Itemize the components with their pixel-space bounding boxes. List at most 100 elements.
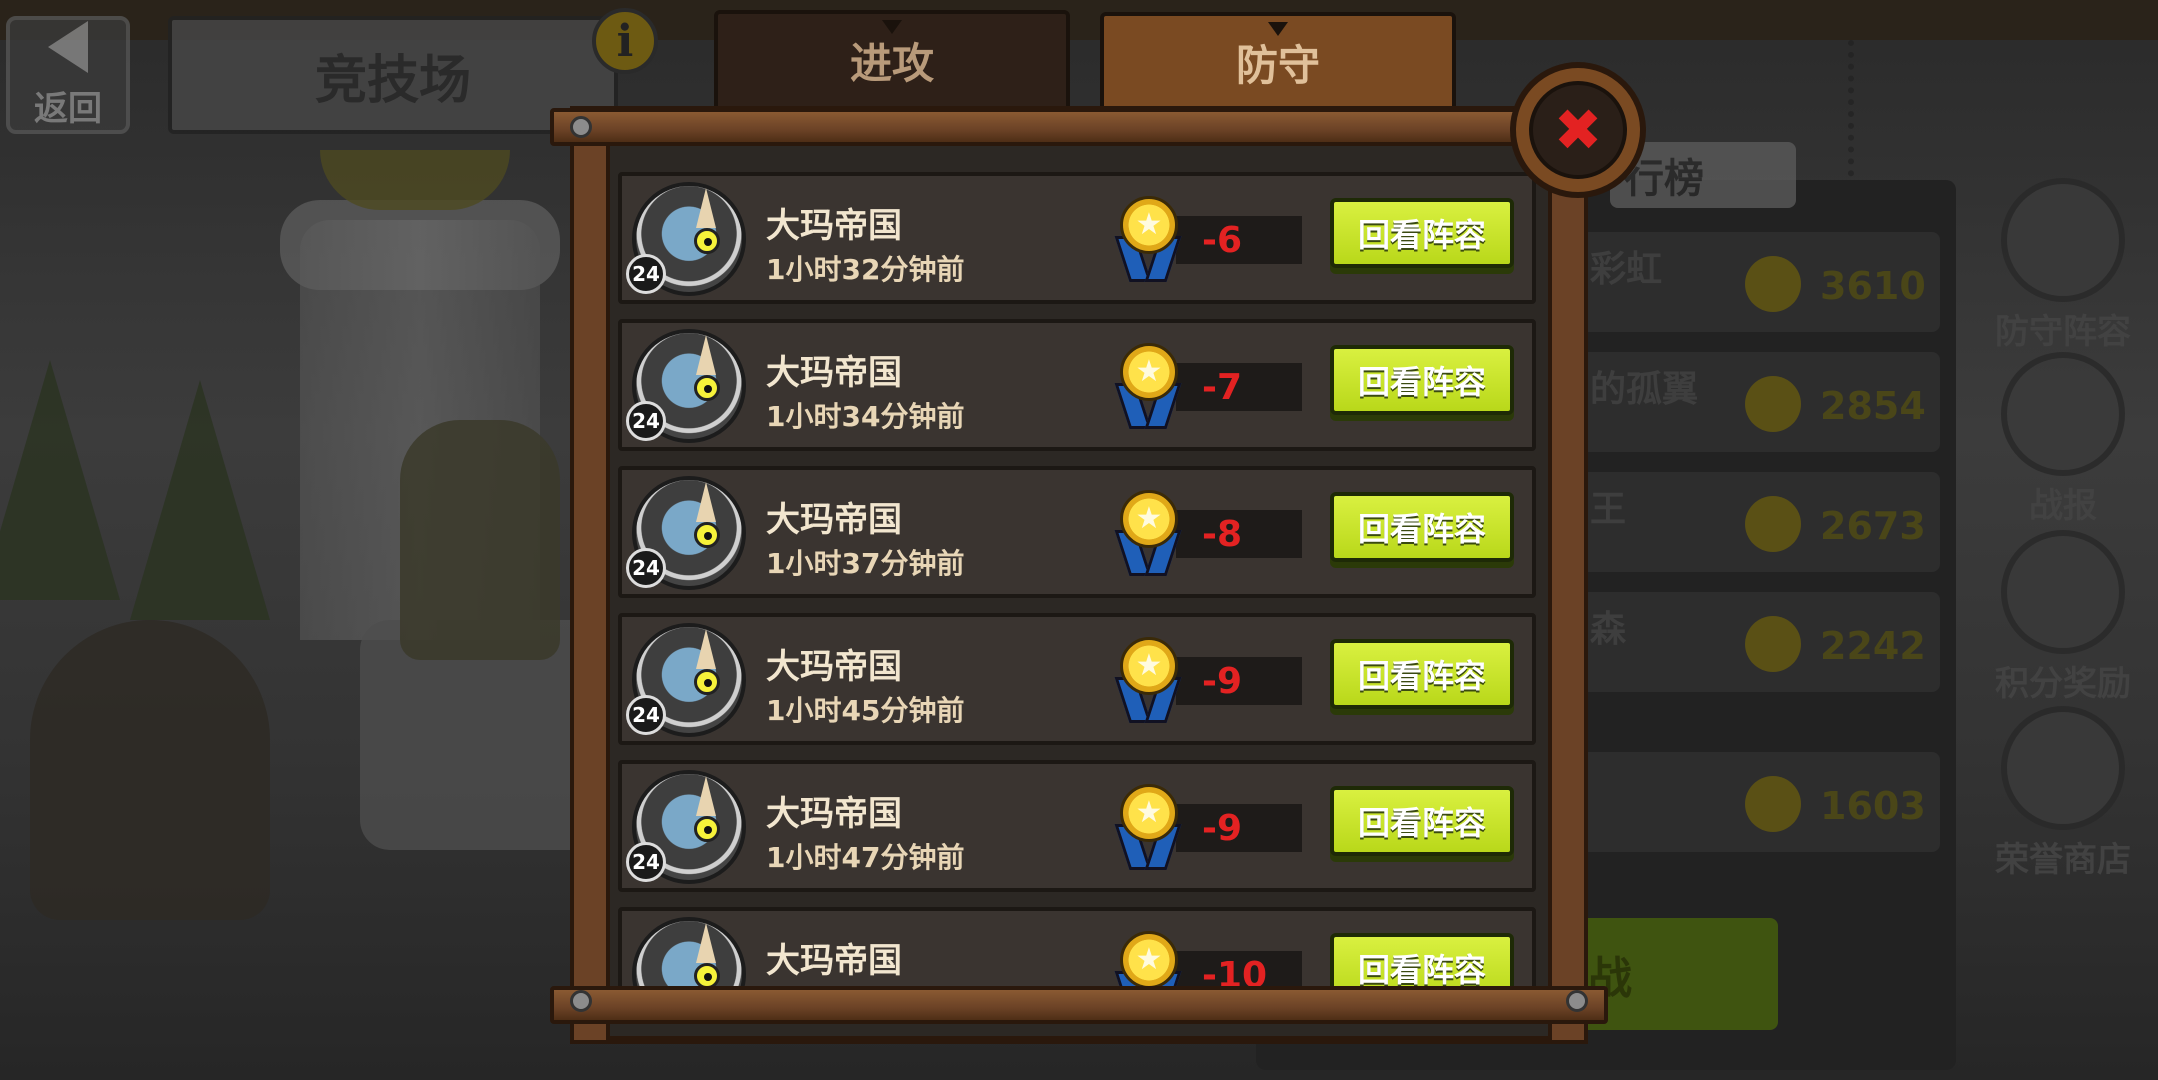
chain-decoration	[1848, 40, 1874, 200]
side-menu-defense-lineup[interactable]: 防守阵容	[1978, 178, 2148, 353]
medal-icon	[1745, 776, 1801, 832]
opponent-name: 大玛帝国	[766, 794, 902, 834]
replay-lineup-button[interactable]: 回看阵容	[1330, 639, 1514, 709]
close-button[interactable]: ✖	[1510, 62, 1646, 198]
medal-icon	[1745, 376, 1801, 432]
nail-icon	[570, 116, 592, 138]
tab-defense[interactable]: 防守	[1100, 12, 1456, 112]
opponent-name: 大玛帝国	[766, 500, 902, 540]
horn-icon	[696, 776, 716, 816]
tab-attack[interactable]: 进攻	[714, 10, 1070, 110]
medal-icon: ★	[1114, 931, 1182, 988]
record-time: 1小时47分钟前	[766, 841, 965, 874]
side-menu-label: 战报	[2029, 486, 2097, 526]
opponent-avatar	[632, 917, 746, 988]
medal-icon	[1745, 256, 1801, 312]
replay-lineup-button[interactable]: 回看阵容	[1330, 345, 1514, 415]
opponent-name: 大玛帝国	[766, 941, 902, 981]
level-badge: 24	[626, 254, 666, 294]
star-icon: ★	[1120, 784, 1178, 842]
info-icon[interactable]: i	[592, 8, 658, 74]
horn-icon	[696, 482, 716, 522]
record-row: 24 大玛帝国 1小时34分钟前 -7 ★ 回看阵容	[618, 319, 1536, 451]
medal-icon: ★	[1114, 784, 1182, 874]
opponent-name: 大玛帝国	[766, 647, 902, 687]
eye-icon	[694, 963, 720, 988]
side-menu-points-reward[interactable]: 积分奖励	[1978, 530, 2148, 705]
side-menu-label: 荣誉商店	[1995, 840, 2131, 880]
horn-icon	[696, 335, 716, 375]
background-character	[400, 420, 560, 660]
replay-lineup-button[interactable]: 回看阵容	[1330, 933, 1514, 988]
medal-icon	[1745, 616, 1801, 672]
star-icon: ★	[1120, 490, 1178, 548]
horn-icon	[696, 188, 716, 228]
shield-icon	[2001, 178, 2125, 302]
back-label: 返回	[34, 88, 102, 129]
scroll-icon	[2001, 352, 2125, 476]
score-change: -6	[1176, 216, 1302, 264]
record-row: 24 大玛帝国 -10 ★ 回看阵容	[618, 907, 1536, 988]
record-list[interactable]: 24 大玛帝国 1小时32分钟前 -6 ★ 回看阵容 24 大玛帝国 1小时34…	[618, 150, 1540, 988]
ranking-score: 3610	[1820, 264, 1926, 308]
level-badge: 24	[626, 401, 666, 441]
ranking-name: 的孤翼	[1590, 369, 1699, 410]
star-icon: ★	[1120, 343, 1178, 401]
medal-icon: ★	[1114, 490, 1182, 580]
replay-lineup-button[interactable]: 回看阵容	[1330, 198, 1514, 268]
nail-icon	[1566, 990, 1588, 1012]
background-brazier	[320, 150, 510, 210]
background-character	[30, 620, 270, 920]
tab-label: 进攻	[849, 38, 934, 88]
gem-icon	[2001, 706, 2125, 830]
record-row: 24 大玛帝国 1小时47分钟前 -9 ★ 回看阵容	[618, 760, 1536, 892]
tab-notch	[882, 20, 902, 34]
medal-icon	[1745, 496, 1801, 552]
eye-icon	[694, 375, 720, 401]
back-button[interactable]: 返回	[6, 16, 130, 134]
score-change: -9	[1176, 657, 1302, 705]
star-icon: ★	[1120, 931, 1178, 988]
ranking-score: 1603	[1820, 784, 1926, 828]
replay-lineup-button[interactable]: 回看阵容	[1330, 786, 1514, 856]
ranking-name: 森	[1590, 609, 1627, 650]
ranking-score: 2673	[1820, 504, 1926, 548]
record-time: 1小时34分钟前	[766, 400, 965, 433]
record-row: 24 大玛帝国 1小时45分钟前 -9 ★ 回看阵容	[618, 613, 1536, 745]
eye-icon	[694, 816, 720, 842]
side-menu-label: 防守阵容	[1995, 312, 2131, 352]
star-icon: ★	[1120, 637, 1178, 695]
record-row: 24 大玛帝国 1小时32分钟前 -6 ★ 回看阵容	[618, 172, 1536, 304]
score-change: -7	[1176, 363, 1302, 411]
eye-icon	[694, 669, 720, 695]
level-badge: 24	[626, 842, 666, 882]
side-menu-honor-shop[interactable]: 荣誉商店	[1978, 706, 2148, 881]
eye-icon	[694, 228, 720, 254]
score-change: -8	[1176, 510, 1302, 558]
score-change: -10	[1176, 951, 1302, 988]
ranking-name: 王	[1590, 489, 1627, 530]
tab-label: 防守	[1235, 40, 1320, 90]
star-icon: ★	[1120, 196, 1178, 254]
horn-icon	[696, 923, 716, 963]
medal-icon	[2001, 530, 2125, 654]
eye-icon	[694, 522, 720, 548]
record-row: 24 大玛帝国 1小时37分钟前 -8 ★ 回看阵容	[618, 466, 1536, 598]
background-tree	[0, 360, 120, 600]
medal-icon: ★	[1114, 343, 1182, 433]
wood-beam-top	[550, 108, 1608, 146]
level-badge: 24	[626, 695, 666, 735]
wood-beam-bottom	[550, 986, 1608, 1024]
nail-icon	[570, 990, 592, 1012]
ranking-score: 2854	[1820, 384, 1926, 428]
replay-lineup-button[interactable]: 回看阵容	[1330, 492, 1514, 562]
record-time: 1小时32分钟前	[766, 253, 965, 286]
level-badge: 24	[626, 548, 666, 588]
record-time: 1小时37分钟前	[766, 547, 965, 580]
side-menu-label: 积分奖励	[1995, 664, 2131, 704]
medal-icon: ★	[1114, 637, 1182, 727]
score-change: -9	[1176, 804, 1302, 852]
side-menu-battle-report[interactable]: 战报	[1978, 352, 2148, 527]
close-icon: ✖	[1529, 81, 1627, 179]
tab-notch	[1268, 22, 1288, 36]
